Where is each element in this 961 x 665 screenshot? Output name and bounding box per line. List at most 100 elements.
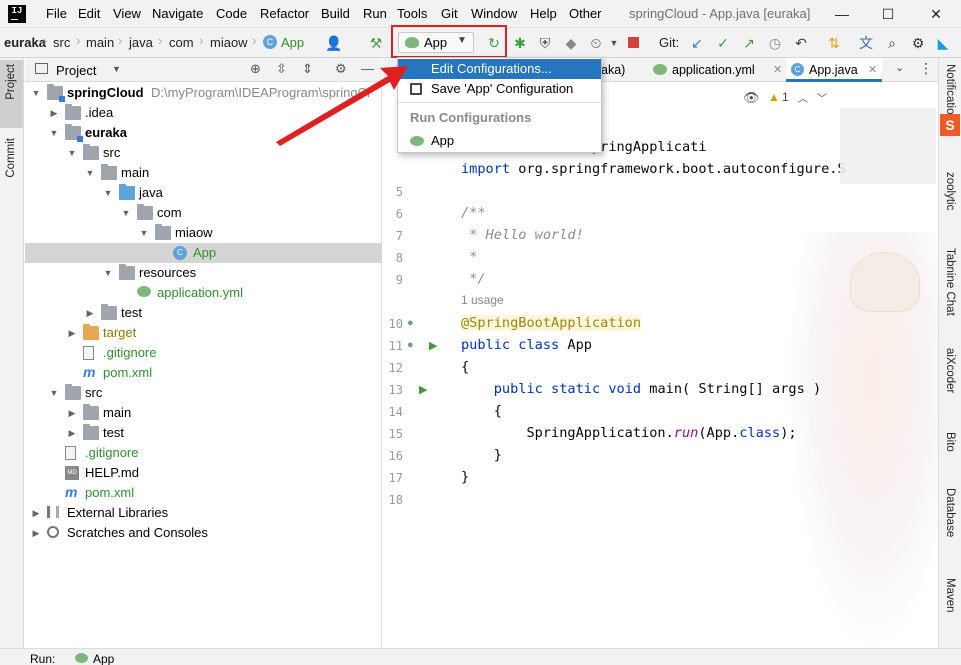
menu-other[interactable]: Other (569, 6, 602, 21)
tree-item[interactable]: m pom.xml (25, 483, 382, 503)
rollback-icon[interactable]: ↶ (792, 34, 810, 52)
expand-arrow-icon[interactable]: ▼ (49, 123, 59, 143)
more-run-icon[interactable]: ⏲ (587, 34, 605, 52)
menu-navigate[interactable]: Navigate (152, 6, 203, 21)
breadcrumb-main[interactable]: main (86, 35, 114, 50)
save-configuration-item[interactable]: Save 'App' Configuration (398, 79, 601, 99)
maximize-button[interactable]: ☐ (865, 0, 911, 28)
database-tool[interactable]: Database (944, 488, 956, 537)
tree-item[interactable]: ▶ test (25, 303, 382, 323)
spring-bean-icon[interactable]: ● (407, 317, 414, 329)
update-project-icon[interactable]: ⇅ (825, 34, 843, 52)
tree-item[interactable]: ▼ src (25, 383, 382, 403)
bito-tool[interactable]: Bito (944, 432, 956, 452)
expand-arrow-icon[interactable]: ▼ (139, 223, 149, 243)
expand-arrow-icon[interactable]: ▼ (85, 163, 95, 183)
minimize-button[interactable]: — (819, 0, 865, 28)
menu-refactor[interactable]: Refactor (260, 6, 309, 21)
close-icon[interactable]: ✕ (773, 63, 782, 76)
commit-tool-label[interactable]: Commit (5, 138, 17, 178)
menu-run[interactable]: Run (363, 6, 387, 21)
expand-arrow-icon[interactable]: ▶ (31, 523, 41, 543)
expand-arrow-icon[interactable]: ▶ (67, 403, 77, 423)
expand-arrow-icon[interactable]: ▶ (67, 423, 77, 443)
tree-item[interactable]: ▶ target (25, 323, 382, 343)
tree-item[interactable]: C App (25, 243, 382, 263)
jetbrains-ai-icon[interactable]: ◣ (934, 34, 952, 52)
menu-edit[interactable]: Edit (78, 6, 100, 21)
expand-arrow-icon[interactable]: ▶ (85, 303, 95, 323)
tree-item[interactable]: ▼ main (25, 163, 382, 183)
tree-item[interactable]: ▼ resources (25, 263, 382, 283)
breadcrumb-miaow[interactable]: miaow (210, 35, 248, 50)
tab-app-java[interactable]: C App.java ✕ (786, 58, 882, 82)
profiler-icon[interactable]: ◆ (562, 34, 580, 52)
menu-help[interactable]: Help (530, 6, 557, 21)
expand-arrow-icon[interactable]: ▼ (103, 263, 113, 283)
tree-item[interactable]: ▶ External Libraries (25, 503, 382, 523)
tree-item[interactable]: ▶ Scratches and Consoles (25, 523, 382, 543)
more-icon[interactable]: ⋮ (919, 60, 933, 77)
expand-arrow-icon[interactable]: ▶ (49, 103, 59, 123)
zoolytic-tool[interactable]: zoolytic (944, 172, 956, 210)
run-gutter-icon[interactable]: ▶ (419, 383, 427, 396)
menu-git[interactable]: Git (441, 6, 458, 21)
chevron-down-icon[interactable]: ⌄ (895, 61, 904, 74)
spring-bean-icon[interactable]: ● (407, 339, 414, 351)
breadcrumb-java[interactable]: java (129, 35, 153, 50)
chevron-down-icon[interactable]: ▼ (112, 64, 121, 74)
settings-gear-icon[interactable]: ⚙ (909, 34, 927, 52)
sogou-icon[interactable]: S (940, 114, 960, 136)
maven-tool[interactable]: Maven (944, 578, 956, 613)
tab-euraka[interactable]: aka) (601, 63, 625, 77)
tree-item[interactable]: ▼ miaow (25, 223, 382, 243)
expand-arrow-icon[interactable]: ▼ (31, 83, 41, 103)
expand-arrow-icon[interactable]: ▶ (31, 503, 41, 523)
project-tool-tab[interactable]: Project (0, 60, 23, 128)
aixcoder-tool[interactable]: aiXcoder (944, 348, 956, 393)
project-panel-title[interactable]: Project (56, 63, 96, 78)
tree-item[interactable]: m pom.xml (25, 363, 382, 383)
git-commit-icon[interactable]: ✓ (714, 34, 732, 52)
tree-item[interactable]: ▼ java (25, 183, 382, 203)
breadcrumb-app[interactable]: App (281, 35, 304, 50)
edit-configurations-item[interactable]: Edit Configurations... (398, 59, 601, 79)
translate-icon[interactable]: 文 (857, 34, 875, 52)
build-hammer-icon[interactable]: ⚒ (367, 34, 385, 52)
rerun-icon[interactable]: ↻ (485, 34, 503, 52)
tree-item[interactable]: ▼ com (25, 203, 382, 223)
expand-arrow-icon[interactable]: ▼ (49, 383, 59, 403)
app-config-item[interactable]: App (398, 131, 601, 151)
tree-item[interactable]: .gitignore (25, 443, 382, 463)
tab-application-yml[interactable]: application.yml (672, 63, 755, 77)
tree-item[interactable]: ▶ main (25, 403, 382, 423)
breadcrumb-com[interactable]: com (169, 35, 194, 50)
tree-item[interactable]: ▶ test (25, 423, 382, 443)
chevron-down-icon[interactable]: ▼ (605, 34, 623, 52)
run-gutter-icon[interactable]: ▶ (429, 339, 437, 352)
expand-arrow-icon[interactable]: ▼ (67, 143, 77, 163)
tree-item[interactable]: .gitignore (25, 343, 382, 363)
run-tab-app[interactable]: App (93, 652, 114, 665)
breadcrumb-src[interactable]: src (53, 35, 70, 50)
menu-file[interactable]: File (46, 6, 67, 21)
history-icon[interactable]: ◷ (766, 34, 784, 52)
close-button[interactable]: ✕ (913, 0, 959, 28)
expand-arrow-icon[interactable]: ▼ (103, 183, 113, 203)
menu-build[interactable]: Build (321, 6, 350, 21)
stop-icon[interactable] (628, 37, 639, 48)
locate-target-icon[interactable]: ⊕ (250, 61, 261, 77)
tree-item[interactable]: application.yml (25, 283, 382, 303)
git-push-icon[interactable]: ↗ (740, 34, 758, 52)
expand-arrow-icon[interactable]: ▶ (67, 323, 77, 343)
menu-tools[interactable]: Tools (397, 6, 427, 21)
tabnine-chat-tool[interactable]: Tabnine Chat (944, 248, 956, 316)
debug-bug-icon[interactable]: ✱ (511, 34, 529, 52)
git-update-icon[interactable]: ↙ (688, 34, 706, 52)
search-icon[interactable]: ⌕ (883, 34, 901, 52)
breadcrumb-euraka[interactable]: euraka (4, 35, 46, 50)
menu-code[interactable]: Code (216, 6, 247, 21)
close-icon[interactable]: ✕ (868, 63, 877, 76)
coverage-shield-icon[interactable]: ⛨ (536, 34, 554, 52)
menu-window[interactable]: Window (471, 6, 517, 21)
